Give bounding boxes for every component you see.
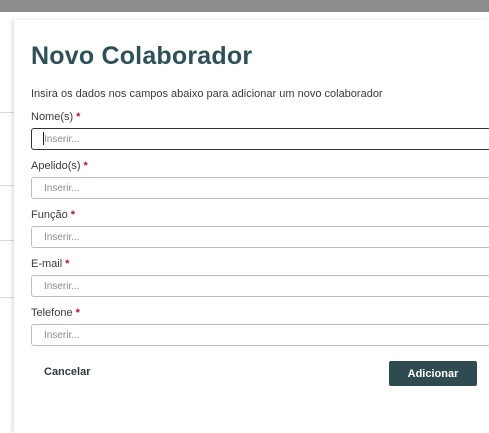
surname-label: Apelido(s) * [31,160,88,172]
role-label: Função * [31,209,75,221]
phone-label-text: Telefone [31,307,73,319]
background-divider [0,240,14,241]
name-input[interactable] [31,128,489,150]
surname-input[interactable] [31,177,489,199]
email-label-text: E-mail [31,258,63,270]
required-marker: * [65,258,70,270]
dialog-title: Novo Colaborador [31,42,253,70]
cancel-button[interactable]: Cancelar [44,366,90,378]
phone-label: Telefone * [31,307,80,319]
required-marker: * [70,209,75,221]
background-divider [0,112,14,113]
name-label: Nome(s) * [31,111,80,123]
add-button[interactable]: Adicionar [389,361,477,386]
dialog-subtitle: Insira os dados nos campos abaixo para a… [31,88,383,100]
role-label-text: Função [31,209,68,221]
phone-input[interactable] [31,324,489,346]
required-marker: * [75,307,80,319]
email-input[interactable] [31,275,489,297]
name-label-text: Nome(s) [31,111,74,123]
new-collaborator-dialog: Novo Colaborador Insira os dados nos cam… [14,20,489,433]
role-input[interactable] [31,226,489,248]
email-label: E-mail * [31,258,69,270]
required-marker: * [76,111,81,123]
required-marker: * [83,160,88,172]
surname-label-text: Apelido(s) [31,160,81,172]
background-divider [0,185,14,186]
background-divider [0,297,14,298]
text-cursor [43,132,44,145]
